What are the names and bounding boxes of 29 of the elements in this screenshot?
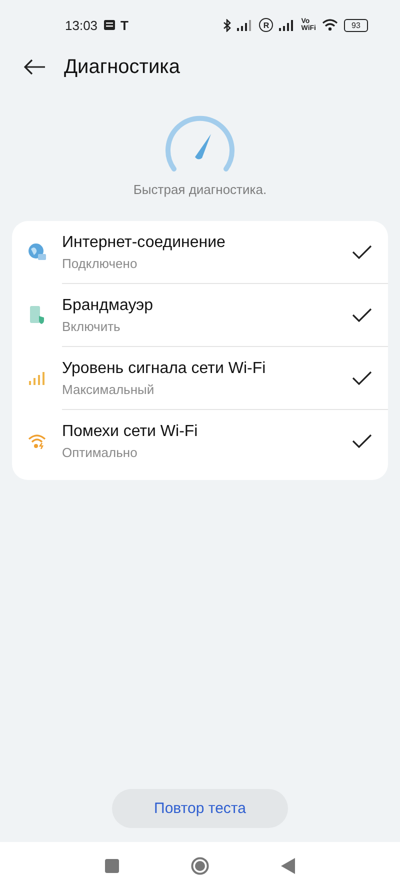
home-icon[interactable]	[191, 856, 209, 874]
check-status: Подключено	[62, 256, 138, 270]
back-arrow-icon[interactable]	[24, 59, 46, 75]
recents-icon[interactable]	[105, 858, 119, 872]
page-title: Диагностика	[64, 56, 180, 78]
battery-indicator: 93	[344, 18, 368, 32]
wifi-icon	[28, 433, 46, 449]
check-title: Брандмауэр	[62, 296, 154, 314]
check-status: Включить	[62, 318, 122, 334]
firewall-icon	[29, 305, 45, 325]
check-title: Уровень сигнала сети Wi-Fi	[62, 360, 267, 378]
signal-icon	[237, 20, 254, 30]
roaming-indicator: R	[259, 18, 274, 32]
bluetooth-icon	[223, 18, 232, 32]
diagnostics-caption: Быстрая диагностика.	[132, 182, 268, 197]
retest-button[interactable]: Повтор теста	[112, 789, 288, 828]
check-status: Оптимально	[62, 444, 138, 460]
back-icon[interactable]	[281, 858, 295, 874]
check-title: Помехи сети Wi-Fi	[62, 422, 199, 440]
globe-icon	[28, 243, 46, 261]
speedometer-icon	[164, 114, 236, 172]
carrier-notification: T	[120, 18, 128, 32]
check-title: Интернет-соединение	[62, 234, 226, 252]
signal-bars-icon	[29, 371, 45, 385]
check-status: Максимальный	[62, 382, 156, 396]
clock: 13:03	[65, 18, 98, 32]
message-icon	[104, 20, 115, 30]
wifi-icon	[322, 19, 338, 31]
signal-icon	[279, 20, 296, 30]
